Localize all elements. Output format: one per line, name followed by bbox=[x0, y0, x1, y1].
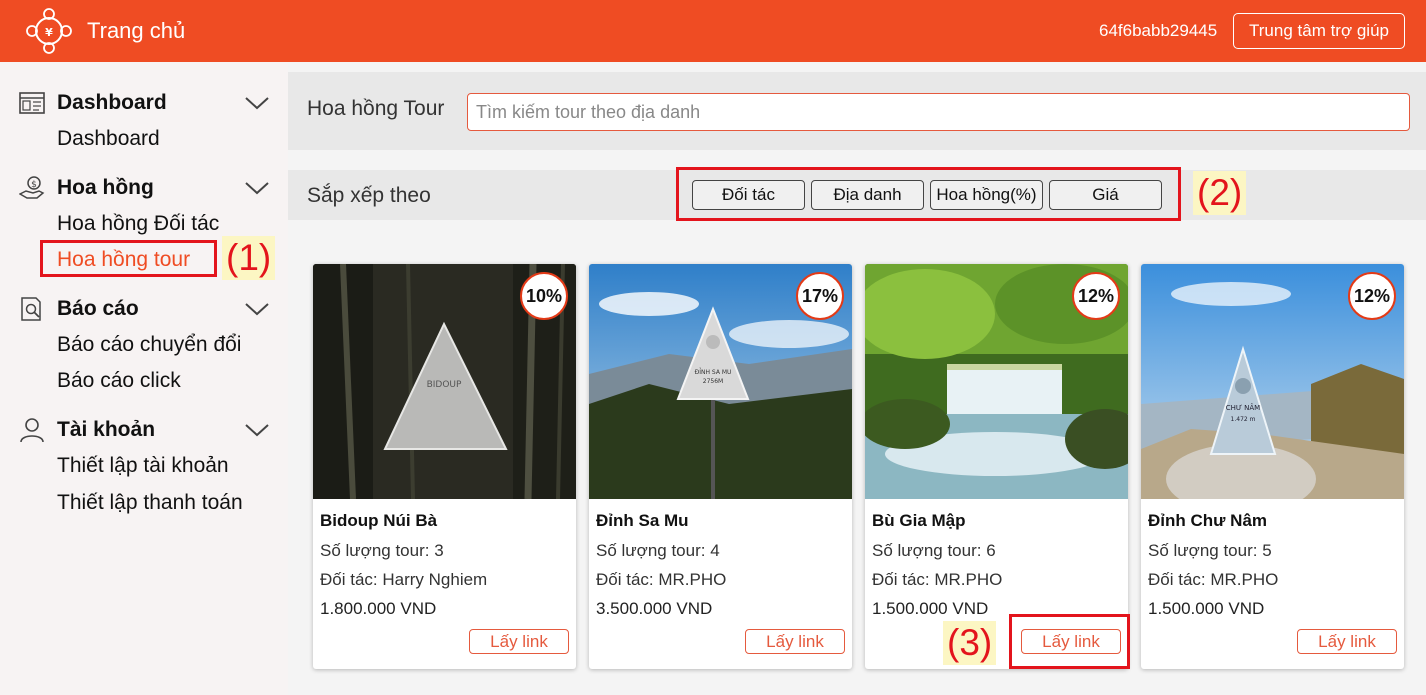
commission-badge: 12% bbox=[1072, 272, 1120, 320]
tour-name: Đỉnh Sa Mu bbox=[596, 511, 689, 530]
get-link-button[interactable]: Lấy link bbox=[469, 629, 569, 654]
tour-count: Số lượng tour: 4 bbox=[596, 541, 720, 560]
help-center-button[interactable]: Trung tâm trợ giúp bbox=[1233, 13, 1405, 49]
sidebar-item-account-settings[interactable]: Thiết lập tài khoản bbox=[57, 454, 229, 478]
top-bar: ¥ Trang chủ 64f6babb29445 Trung tâm trợ … bbox=[0, 0, 1426, 62]
get-link-button[interactable]: Lấy link bbox=[1297, 629, 1397, 654]
svg-text:¥: ¥ bbox=[45, 26, 53, 39]
commission-badge: 17% bbox=[796, 272, 844, 320]
tour-card[interactable]: 12% Bù Gia Mập Số lượng tour: 6 Đối tác:… bbox=[865, 264, 1128, 669]
section-dashboard[interactable]: Dashboard bbox=[57, 91, 167, 115]
tour-card[interactable]: ĐỈNH SA MU 2756M 17% Đỉnh Sa Mu Số lượng… bbox=[589, 264, 852, 669]
chevron-down-icon[interactable] bbox=[244, 301, 270, 317]
tour-card[interactable]: CHƯ NÂM 1.472 m 12% Đỉnh Chư Nâm Số lượn… bbox=[1141, 264, 1404, 669]
sidebar-item-dashboard[interactable]: Dashboard bbox=[57, 127, 160, 151]
chevron-down-icon[interactable] bbox=[244, 95, 270, 111]
tour-partner: Đối tác: MR.PHO bbox=[872, 570, 1003, 589]
tour-count: Số lượng tour: 3 bbox=[320, 541, 444, 560]
tour-name: Bù Gia Mập bbox=[872, 511, 966, 530]
tour-count: Số lượng tour: 5 bbox=[1148, 541, 1272, 560]
logo-icon[interactable]: ¥ bbox=[24, 7, 74, 55]
home-link[interactable]: Trang chủ bbox=[87, 18, 185, 44]
tour-partner: Đối tác: Harry Nghiem bbox=[320, 570, 488, 589]
callout-3: (3) bbox=[943, 621, 997, 665]
commission-badge: 10% bbox=[520, 272, 568, 320]
chevron-down-icon[interactable] bbox=[244, 180, 270, 196]
search-input[interactable]: Tìm kiếm tour theo địa danh bbox=[467, 93, 1410, 131]
section-account[interactable]: Tài khoản bbox=[57, 418, 155, 442]
highlight-box-1 bbox=[40, 240, 217, 277]
tour-partner: Đối tác: MR.PHO bbox=[596, 570, 727, 589]
section-report[interactable]: Báo cáo bbox=[57, 297, 139, 321]
sidebar-item-payment-settings[interactable]: Thiết lập thanh toán bbox=[57, 491, 243, 515]
user-id: 64f6babb29445 bbox=[1099, 21, 1218, 40]
sign-text: ĐỈNH SA MU bbox=[695, 368, 732, 376]
chevron-down-icon[interactable] bbox=[244, 422, 270, 438]
dashboard-icon bbox=[19, 92, 45, 114]
tour-partner: Đối tác: MR.PHO bbox=[1148, 570, 1279, 589]
sign-text: BIDOUP bbox=[427, 380, 462, 390]
sign-text: 2756M bbox=[703, 378, 723, 385]
sidebar-item-click-report[interactable]: Báo cáo click bbox=[57, 369, 181, 393]
tour-price: 1.500.000 VND bbox=[872, 599, 989, 618]
section-commission[interactable]: Hoa hồng bbox=[57, 176, 154, 200]
tour-price: 1.500.000 VND bbox=[1148, 599, 1265, 618]
tour-name: Đỉnh Chư Nâm bbox=[1148, 511, 1268, 530]
sign-text: CHƯ NÂM bbox=[1226, 403, 1260, 412]
commission-badge: 12% bbox=[1348, 272, 1396, 320]
sort-label: Sắp xếp theo bbox=[307, 184, 431, 207]
tour-price: 3.500.000 VND bbox=[596, 599, 713, 618]
callout-1: (1) bbox=[222, 236, 276, 280]
svg-text:$: $ bbox=[31, 180, 37, 190]
sidebar-item-conversion-report[interactable]: Báo cáo chuyển đổi bbox=[57, 333, 241, 357]
tour-card[interactable]: BIDOUP 10% Bidoup Núi Bà Số lượng tour: … bbox=[313, 264, 576, 669]
report-icon bbox=[21, 297, 41, 321]
tour-name: Bidoup Núi Bà bbox=[320, 511, 438, 530]
page-title: Hoa hồng Tour bbox=[307, 97, 445, 120]
get-link-button[interactable]: Lấy link bbox=[745, 629, 845, 654]
callout-2: (2) bbox=[1193, 171, 1247, 215]
money-hand-icon: $ bbox=[19, 176, 45, 199]
sign-text: 1.472 m bbox=[1231, 416, 1256, 423]
highlight-box-2 bbox=[676, 167, 1181, 221]
tour-count: Số lượng tour: 6 bbox=[872, 541, 996, 560]
tour-price: 1.800.000 VND bbox=[320, 599, 437, 618]
user-icon bbox=[20, 418, 44, 443]
highlight-box-3 bbox=[1009, 614, 1130, 669]
sidebar-item-partner-commission[interactable]: Hoa hồng Đối tác bbox=[57, 212, 219, 236]
